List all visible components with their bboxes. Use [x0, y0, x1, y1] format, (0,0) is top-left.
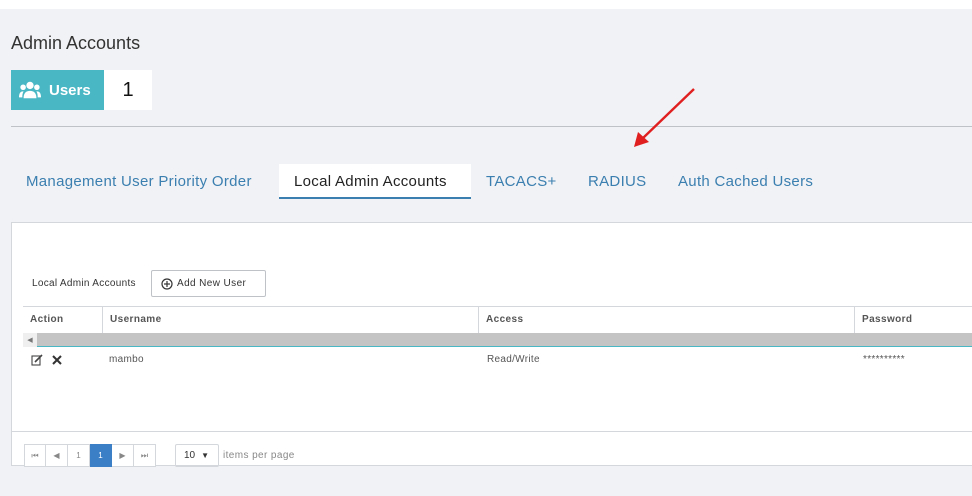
horizontal-scrollbar[interactable]: ◀	[23, 332, 972, 347]
tab-local-admin-accounts[interactable]: Local Admin Accounts	[279, 164, 471, 199]
page-background: Admin Accounts Users 1 Management User P…	[0, 9, 972, 496]
page-1-button[interactable]: 1	[68, 444, 90, 467]
cell-password: **********	[863, 354, 905, 365]
column-header-action[interactable]: Action	[23, 307, 102, 333]
current-page-button[interactable]: 1	[90, 444, 112, 467]
table-row: mambo Read/Write **********	[23, 347, 972, 373]
last-page-icon[interactable]: ⏭	[134, 444, 156, 467]
row-actions	[23, 347, 102, 373]
plus-circle-icon	[161, 277, 173, 290]
chevron-down-icon: ▼	[201, 451, 210, 460]
items-per-page-label: items per page	[223, 450, 295, 461]
delete-icon[interactable]	[51, 354, 63, 366]
tab-radius[interactable]: RADIUS	[573, 164, 663, 199]
pager-buttons: ⏮ ◀ 1 1 ▶ ⏭	[24, 444, 156, 467]
edit-icon[interactable]	[31, 354, 43, 366]
annotation-arrow	[634, 88, 695, 147]
tab-tacacs[interactable]: TACACS+	[471, 164, 573, 199]
users-grid: Action Username Access Password ◀ mambo …	[23, 306, 972, 373]
add-new-user-button[interactable]: Add New User	[151, 270, 266, 297]
pager: ⏮ ◀ 1 1 ▶ ⏭ 10 ▼ items per page	[12, 431, 972, 467]
column-header-access[interactable]: Access	[478, 307, 854, 333]
page-size-value: 10	[184, 450, 196, 461]
page-size-select[interactable]: 10 ▼	[175, 444, 219, 467]
first-page-icon[interactable]: ⏮	[24, 444, 46, 467]
users-button[interactable]: Users	[11, 70, 104, 110]
users-badge[interactable]: Users 1	[11, 70, 152, 110]
cell-username: mambo	[109, 354, 144, 365]
next-page-icon[interactable]: ▶	[112, 444, 134, 467]
prev-page-icon[interactable]: ◀	[46, 444, 68, 467]
add-new-user-label: Add New User	[177, 278, 247, 289]
local-admin-panel: Local Admin Accounts Add New User Action…	[11, 222, 972, 467]
tab-management-user-priority-order[interactable]: Management User Priority Order	[11, 164, 279, 199]
divider	[11, 126, 972, 127]
users-label: Users	[49, 81, 91, 99]
users-icon	[19, 81, 41, 99]
cell-access: Read/Write	[487, 354, 540, 365]
section-label: Local Admin Accounts	[32, 278, 136, 289]
users-count: 1	[104, 70, 152, 110]
tab-auth-cached-users[interactable]: Auth Cached Users	[663, 164, 828, 199]
scroll-left-icon[interactable]: ◀	[23, 332, 37, 347]
column-header-password[interactable]: Password	[854, 307, 972, 333]
column-header-username[interactable]: Username	[102, 307, 478, 333]
grid-header: Action Username Access Password	[23, 306, 972, 333]
tab-bar: Management User Priority Order Local Adm…	[11, 164, 828, 200]
page-title: Admin Accounts	[11, 33, 141, 53]
